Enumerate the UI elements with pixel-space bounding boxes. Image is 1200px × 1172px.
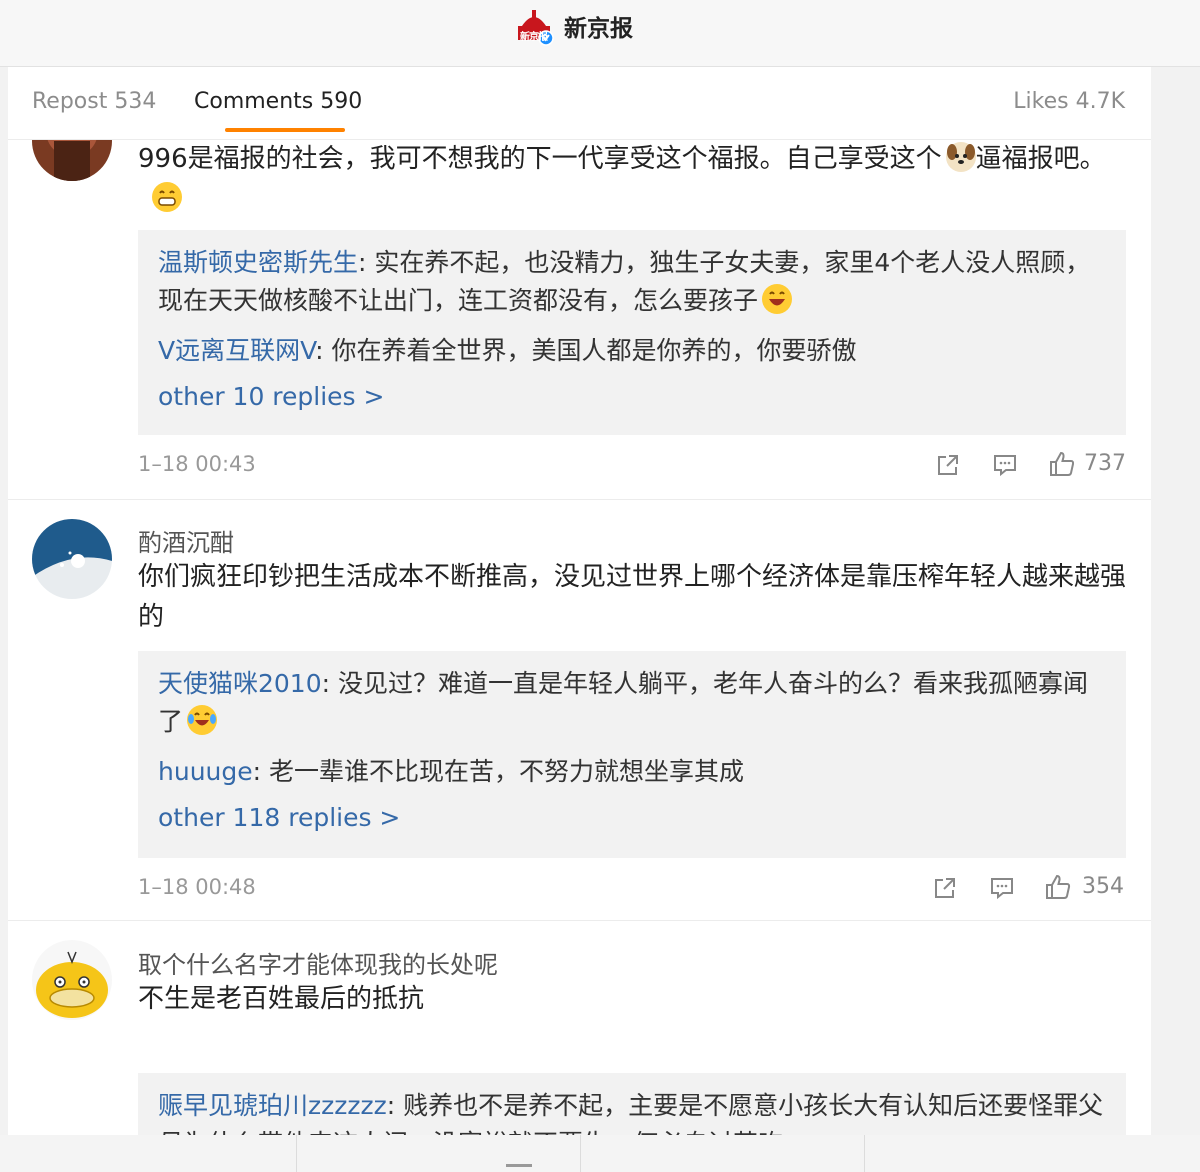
news-logo-icon: 新京报 xyxy=(516,6,556,46)
tab-bar: Repost 534 Comments 590 Likes 4.7K xyxy=(8,67,1151,140)
reply-box: 天使猫咪2010: 没见过？难道一直是年轻人躺平，老年人奋斗的么？看来我孤陋寡闻… xyxy=(138,651,1126,858)
reply-username[interactable]: 温斯顿史密斯先生 xyxy=(158,248,358,277)
divider xyxy=(8,920,1151,921)
reply-box: 赈早见琥珀川zzzzzz: 贱养也不是养不起，主要是不愿意小孩长大有认知后还要怪… xyxy=(138,1073,1126,1135)
avatar[interactable] xyxy=(32,519,112,599)
like-count: 354 xyxy=(1082,874,1124,899)
comment-time: 1–18 00:48 xyxy=(138,875,256,899)
bottom-action-bar xyxy=(0,1135,1200,1172)
laugh-emoji xyxy=(762,284,793,314)
divider xyxy=(8,499,1151,500)
comment-item: 取个什么名字才能体现我的长处呢 不生是老百姓最后的抵抗 赈早见琥珀川zzzzzz… xyxy=(8,923,1151,1135)
active-tab-indicator xyxy=(225,128,345,132)
comment-username[interactable]: 酌酒沉酣 xyxy=(138,523,234,558)
repost-icon[interactable] xyxy=(935,452,961,478)
like-count: 737 xyxy=(1084,451,1126,476)
bottom-divider xyxy=(864,1135,865,1172)
repost-icon[interactable] xyxy=(932,875,958,901)
comment-text: 你们疯狂印钞把生活成本不断推高，没见过世界上哪个经济体是靠压榨年轻人越来越强的 xyxy=(138,562,1127,632)
reply[interactable]: V远离互联网V: 你在养着全世界，美国人都是你养的，你要骄傲 xyxy=(158,332,1108,370)
reply-username[interactable]: 天使猫咪2010 xyxy=(158,669,322,698)
account-name: 新京报 xyxy=(564,16,633,42)
comment-text: 996是福报的社会，我可不想我的下一代享受这个福报。自己享受这个 逼福报吧。 xyxy=(138,139,1138,219)
reply[interactable]: 温斯顿史密斯先生: 实在养不起，也没精力，独生子女夫妻，家里4个老人没人照顾，现… xyxy=(158,244,1108,320)
dog-emoji xyxy=(945,142,976,172)
top-bar: 新京报 新京报 xyxy=(0,0,1200,67)
comment-username[interactable]: 取个什么名字才能体现我的长处呢 xyxy=(138,945,498,980)
reply-username[interactable]: V远离互联网V xyxy=(158,336,315,365)
bottom-divider xyxy=(296,1135,297,1172)
laugh-cry-emoji xyxy=(187,705,218,735)
reply-username[interactable]: 赈早见琥珀川zzzzzz xyxy=(158,1091,387,1120)
comments-panel: Repost 534 Comments 590 Likes 4.7K 996是福… xyxy=(8,67,1151,1135)
reply[interactable]: huuuge: 老一辈谁不比现在苦，不努力就想坐享其成 xyxy=(158,753,1108,791)
logo-text: 新京报 xyxy=(520,32,548,43)
comment-icon[interactable] xyxy=(989,875,1015,901)
bottom-repost-icon[interactable] xyxy=(506,1164,532,1167)
more-replies-link[interactable]: other 10 replies > xyxy=(158,382,384,411)
reply-box: 温斯顿史密斯先生: 实在养不起，也没精力，独生子女夫妻，家里4个老人没人照顾，现… xyxy=(138,230,1126,435)
reply-username[interactable]: huuuge xyxy=(158,757,253,786)
comment-time: 1–18 00:43 xyxy=(138,452,256,476)
tab-likes[interactable]: Likes 4.7K xyxy=(1013,89,1125,114)
comment-icon[interactable] xyxy=(992,452,1018,478)
thumbs-up-icon[interactable] xyxy=(1048,450,1075,476)
more-replies-link[interactable]: other 118 replies > xyxy=(158,803,400,832)
tab-comments[interactable]: Comments 590 xyxy=(194,89,362,114)
reply[interactable]: 天使猫咪2010: 没见过？难道一直是年轻人躺平，老年人奋斗的么？看来我孤陋寡闻… xyxy=(158,665,1108,741)
bottom-divider xyxy=(580,1135,581,1172)
account-header[interactable]: 新京报 新京报 xyxy=(516,6,633,46)
grin-emoji xyxy=(152,182,182,212)
thumbs-up-icon[interactable] xyxy=(1044,873,1071,899)
avatar[interactable] xyxy=(32,940,112,1020)
comment-item: 酌酒沉酣 你们疯狂印钞把生活成本不断推高，没见过世界上哪个经济体是靠压榨年轻人越… xyxy=(8,501,1151,923)
tab-repost[interactable]: Repost 534 xyxy=(32,89,156,114)
reply[interactable]: 赈早见琥珀川zzzzzz: 贱养也不是养不起，主要是不愿意小孩长大有认知后还要怪… xyxy=(158,1087,1108,1135)
comment-text: 不生是老百姓最后的抵抗 xyxy=(138,984,425,1014)
